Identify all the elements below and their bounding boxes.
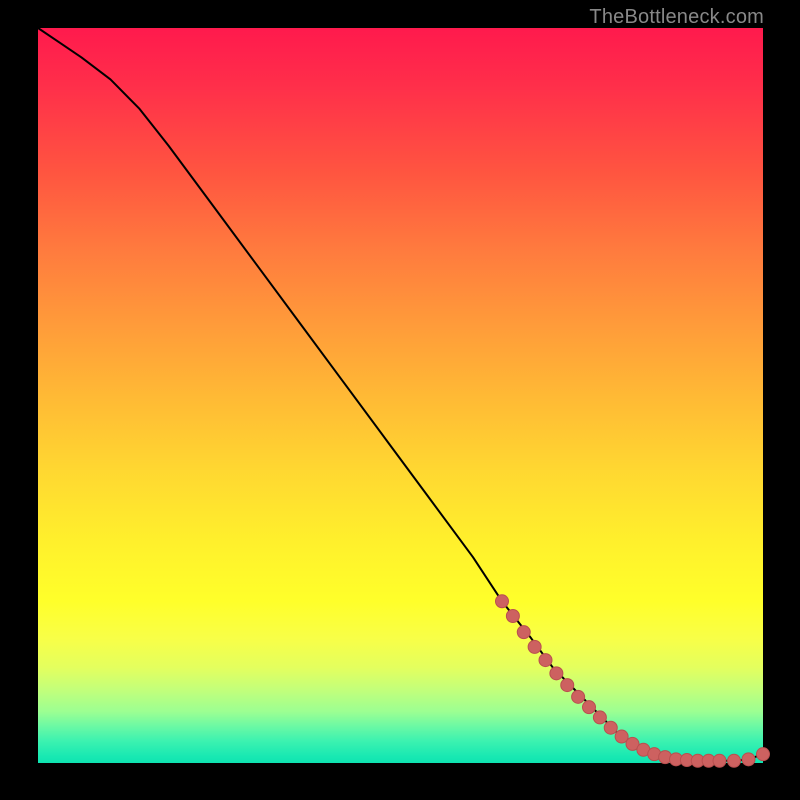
chart-stage: TheBottleneck.com xyxy=(0,0,800,800)
data-point xyxy=(539,654,552,667)
data-point xyxy=(561,679,574,692)
data-point xyxy=(742,753,755,766)
data-point xyxy=(572,690,585,703)
data-point xyxy=(604,721,617,734)
data-point xyxy=(517,626,530,639)
data-point xyxy=(506,610,519,623)
data-point xyxy=(583,701,596,714)
chart-markers xyxy=(496,595,770,767)
data-point xyxy=(550,667,563,680)
chart-overlay xyxy=(38,28,763,763)
data-point xyxy=(757,748,770,761)
watermark-text: TheBottleneck.com xyxy=(589,6,764,29)
data-point xyxy=(496,595,509,608)
data-point xyxy=(713,754,726,767)
data-point xyxy=(728,754,741,767)
curve-path xyxy=(38,28,763,761)
chart-curve xyxy=(38,28,763,761)
data-point xyxy=(528,640,541,653)
data-point xyxy=(593,711,606,724)
